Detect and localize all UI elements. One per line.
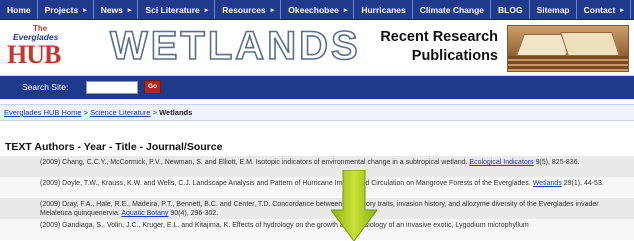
- nav-item-label: Okeechobee: [288, 4, 339, 15]
- nav-item-home[interactable]: Home: [0, 0, 38, 19]
- nav-item-sci-literature[interactable]: Sci Literature ▸: [138, 0, 216, 19]
- journal-link[interactable]: Wetlands: [533, 180, 562, 187]
- chevron-right-icon: ▸: [270, 6, 275, 14]
- subtitle-line-2: Publications: [411, 48, 498, 64]
- list-item: (2009) Dray, F.A., Hale, R.E., Madeira, …: [0, 198, 634, 219]
- nav-item-okeechobee[interactable]: Okeechobee ▸: [281, 0, 355, 19]
- nav-item-label: BLOG: [498, 4, 523, 15]
- list-item: (2009) Doyle, T.W., Krauss, K.W. and Wel…: [0, 177, 634, 198]
- nav-item-label: Sitemap: [536, 4, 570, 15]
- section-title: WETLANDS: [109, 23, 361, 69]
- books-image: [507, 25, 629, 72]
- nav-item-label: Resources: [222, 4, 266, 15]
- nav-item-blog[interactable]: BLOG: [491, 0, 530, 19]
- breadcrumb-separator: >: [81, 108, 91, 117]
- nav-item-label: Projects: [44, 4, 79, 15]
- reference-text: (2009) Gandiaga, S., Volin, J.C., Kruger…: [40, 222, 529, 229]
- reference-list: (2009) Chang, C.C.Y., McCormick, P.V., N…: [0, 156, 634, 240]
- book-page-right: [560, 32, 620, 56]
- reference-tail: 90(4), 296-302.: [168, 210, 219, 217]
- search-bar: Search Site: Go: [0, 76, 634, 99]
- logo-hub-text: HUB: [7, 40, 61, 69]
- nav-item-label: Sci Literature: [145, 4, 200, 15]
- journal-link[interactable]: Ecological Indicators: [469, 159, 533, 166]
- site-header: The Everglades HUB WETLANDS Recent Resea…: [0, 20, 634, 76]
- search-label: Search Site:: [22, 82, 69, 92]
- nav-item-contact[interactable]: Contact ▸: [577, 0, 631, 19]
- nav-item-hurricanes[interactable]: Hurricanes: [354, 0, 413, 19]
- search-go-button[interactable]: Go: [144, 80, 161, 94]
- nav-item-label: Contact: [583, 4, 616, 15]
- breadcrumb-home-link[interactable]: Everglades HUB Home: [4, 108, 82, 117]
- breadcrumb: Everglades HUB Home > Science Literature…: [0, 104, 634, 121]
- list-item: (2009) Chang, C.C.Y., McCormick, P.V., N…: [0, 156, 634, 177]
- subtitle-line-1: Recent Research: [380, 29, 498, 45]
- search-input[interactable]: [86, 81, 138, 94]
- chevron-right-icon: ▸: [620, 6, 624, 14]
- reference-tail: 29(1), 44-53.: [561, 180, 604, 187]
- everglades-hub-logo[interactable]: The Everglades HUB: [5, 24, 97, 72]
- breadcrumb-current: Wetlands: [159, 108, 193, 117]
- nav-item-label: Climate Change: [419, 4, 484, 15]
- table-heading: TEXT Authors - Year - Title - Journal/So…: [5, 141, 223, 153]
- nav-item-label: Hurricanes: [361, 4, 406, 15]
- main-nav: Home Projects ▸ News ▸ Sci Literature ▸ Res…: [0, 0, 634, 20]
- journal-link[interactable]: Aquatic Botany: [121, 210, 168, 217]
- book-stack: [508, 56, 628, 71]
- down-arrow-icon: [331, 170, 377, 241]
- nav-item-news[interactable]: News ▸: [94, 0, 139, 19]
- chevron-right-icon: ▸: [343, 6, 348, 14]
- chevron-right-icon: ▸: [127, 6, 132, 14]
- nav-item-resources[interactable]: Resources ▸: [215, 0, 282, 19]
- chevron-right-icon: ▸: [204, 6, 209, 14]
- nav-item-projects[interactable]: Projects ▸: [38, 0, 94, 19]
- reference-text: (2009) Chang, C.C.Y., McCormick, P.V., N…: [40, 159, 470, 166]
- nav-item-climate-change[interactable]: Climate Change: [413, 0, 491, 19]
- nav-item-label: News: [100, 4, 123, 15]
- list-item: (2009) Gandiaga, S., Volin, J.C., Kruger…: [0, 219, 634, 240]
- reference-text: (2009) Doyle, T.W., Krauss, K.W. and Wel…: [40, 180, 533, 187]
- nav-item-label: Home: [7, 4, 31, 15]
- reference-tail: 9(5), 825-836.: [533, 159, 580, 166]
- breadcrumb-science-literature-link[interactable]: Science Literature: [90, 108, 150, 117]
- chevron-right-icon: ▸: [83, 6, 87, 14]
- page-subtitle: Recent Research Publications: [352, 28, 498, 66]
- nav-item-sitemap[interactable]: Sitemap: [530, 0, 577, 19]
- breadcrumb-separator: >: [150, 108, 160, 117]
